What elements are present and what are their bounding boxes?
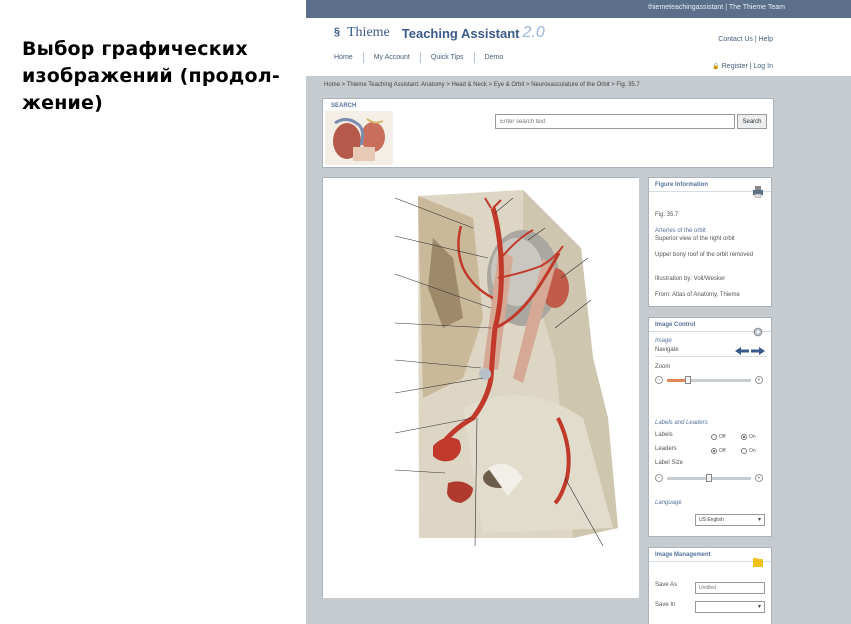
search-input[interactable]: [495, 114, 735, 129]
figure-information-panel: Figure Information Fig. 35.7 Arteries of…: [648, 177, 772, 307]
label-size-slider-handle[interactable]: [706, 474, 712, 482]
labels-label: Labels: [655, 432, 673, 438]
zoom-in-button[interactable]: +: [755, 376, 763, 384]
search-label: SEARCH: [331, 103, 357, 109]
search-thumbnail-image[interactable]: [325, 111, 393, 165]
navigate-arrows-icon[interactable]: [735, 346, 765, 356]
leaders-on-radio[interactable]: [741, 448, 747, 454]
settings-icon[interactable]: [753, 326, 763, 338]
language-heading: Language: [655, 500, 682, 506]
source-credit: From: Atlas of Anatomy, Thieme: [655, 292, 740, 298]
header-links: Contact Us | Help 🔒 Register | Log In: [712, 26, 773, 81]
labels-leaders-heading: Labels and Leaders: [655, 420, 708, 426]
register-login-link[interactable]: 🔒 Register | Log In: [712, 53, 773, 81]
caption-title: Arteries of the orbit: [655, 228, 706, 234]
print-icon[interactable]: [753, 186, 763, 198]
zoom-out-button[interactable]: −: [655, 376, 663, 384]
top-bar: thiemeteachingassistant | The Thieme Tea…: [306, 0, 851, 18]
save-as-label: Save As: [655, 582, 678, 588]
contact-help-link[interactable]: Contact Us | Help: [712, 26, 773, 53]
leaders-off-radio[interactable]: [711, 448, 717, 454]
zoom-slider-handle[interactable]: [685, 376, 691, 384]
teaching-assistant-window: thiemeteachingassistant | The Thieme Tea…: [306, 0, 851, 624]
lock-icon: 🔒: [712, 64, 720, 70]
labels-off-radio[interactable]: [711, 434, 717, 440]
divider: [655, 356, 767, 357]
main-nav: Home My Account Quick Tips Demo: [324, 52, 513, 63]
caption-line-1: Superior view of the right orbit: [655, 236, 735, 242]
leaders-on-text: On: [749, 448, 756, 454]
labels-on-text: On: [749, 434, 756, 440]
language-select[interactable]: US English: [695, 514, 765, 526]
leaders-label: Leaders: [655, 446, 677, 452]
breadcrumb[interactable]: Home > Thieme Teaching Assistant: Anatom…: [324, 82, 640, 88]
orbit-arteries-illustration[interactable]: [323, 178, 639, 598]
register-login-text: Register | Log In: [721, 63, 773, 70]
labels-off-text: Off: [719, 434, 726, 440]
search-button[interactable]: Search: [737, 114, 767, 129]
folder-icon[interactable]: [753, 556, 763, 568]
nav-quick-tips[interactable]: Quick Tips: [421, 52, 475, 63]
top-bar-links[interactable]: thiemeteachingassistant | The Thieme Tea…: [648, 4, 785, 11]
figure-number: Fig. 35.7: [655, 212, 679, 218]
slide-title-line-2: изображений (продол-: [22, 65, 280, 87]
logo-wordmark: Thieme: [347, 25, 390, 40]
leaders-off-text: Off: [719, 448, 726, 454]
header-banner: § Thieme Teaching Assistant 2.0 Contact …: [306, 18, 851, 76]
slide-title-line-1: Выбор графических: [22, 38, 248, 60]
save-in-select[interactable]: [695, 601, 765, 613]
thieme-logo[interactable]: § Thieme Teaching Assistant 2.0: [334, 24, 545, 42]
nav-home[interactable]: Home: [324, 52, 364, 63]
search-panel: SEARCH Search: [322, 98, 774, 168]
image-control-panel: Image Control Image Navigate Zoom − + La…: [648, 317, 772, 537]
logo-app-name: Teaching Assistant: [401, 25, 520, 41]
label-size-decrease-button[interactable]: −: [655, 474, 663, 482]
label-size-increase-button[interactable]: +: [755, 474, 763, 482]
figure-image-panel[interactable]: [322, 177, 639, 598]
nav-my-account[interactable]: My Account: [364, 52, 421, 63]
image-management-panel: Image Management Save As Untitled Save I…: [648, 547, 772, 624]
zoom-label: Zoom: [655, 364, 671, 370]
slide-title-line-3: жение): [22, 92, 104, 114]
logo-version: 2.0: [522, 24, 545, 41]
illustrator-credit: Illustration by: Voll/Wesker: [655, 276, 726, 282]
label-size-label: Label Size: [655, 460, 684, 466]
caption-line-2: Upper bony roof of the orbit removed: [655, 252, 754, 258]
thieme-logo-icon: §: [334, 26, 341, 38]
image-heading: Image: [655, 338, 672, 344]
navigate-label: Navigate: [655, 347, 679, 353]
save-as-field[interactable]: Untitled: [695, 582, 765, 594]
save-in-label: Save In: [655, 602, 676, 608]
labels-on-radio[interactable]: [741, 434, 747, 440]
slide-title: Выбор графических изображений (продол- ж…: [22, 36, 292, 117]
nav-demo[interactable]: Demo: [475, 52, 514, 63]
